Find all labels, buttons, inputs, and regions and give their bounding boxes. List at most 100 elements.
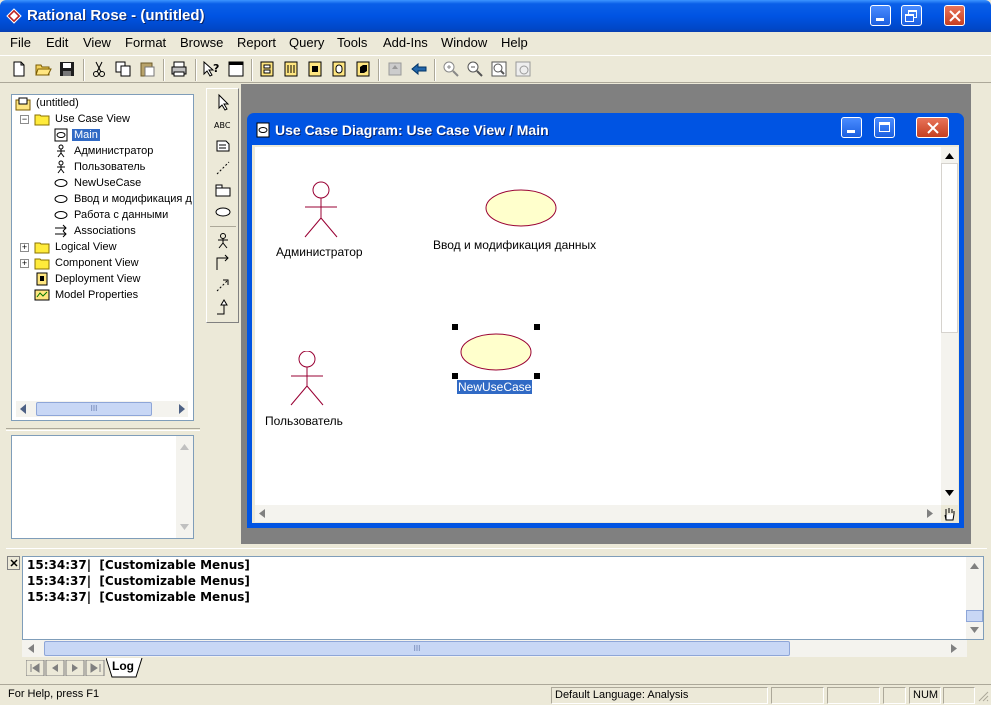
browse-parent-icon[interactable] [386,60,404,78]
log-hscroll-thumb[interactable]: III [44,641,790,656]
tree-use-case-work[interactable]: Работа с данными [74,208,168,223]
tree-component-view[interactable]: Component View [55,256,139,271]
undo-fit-icon[interactable] [514,60,532,78]
note-icon[interactable] [214,137,232,155]
tab-log[interactable]: Log [112,659,134,673]
save-icon[interactable] [58,60,76,78]
fit-in-window-icon[interactable] [490,60,508,78]
expand-logical-view[interactable]: + [20,243,29,252]
context-help-icon[interactable]: ? [202,60,220,78]
browse-deployment-diagram-icon[interactable] [354,60,372,78]
copy-icon[interactable] [114,60,132,78]
menu-edit[interactable]: Edit [46,35,68,50]
doc-vertical-scrollbar[interactable] [176,436,193,538]
anchor-note-icon[interactable] [214,159,232,177]
resize-grip-icon[interactable] [977,690,989,702]
tree-use-case-input[interactable]: Ввод и модификация д [74,192,192,207]
menu-file[interactable]: File [10,35,31,50]
diagram-close-button[interactable] [916,117,949,138]
scroll-right-icon[interactable] [178,404,186,414]
tree-actor-administrator[interactable]: Администратор [74,144,153,159]
browse-previous-icon[interactable] [410,60,428,78]
pan-hand-icon[interactable] [941,505,958,522]
menu-browse[interactable]: Browse [180,35,223,50]
menu-view[interactable]: View [83,35,111,50]
menu-query[interactable]: Query [289,35,324,50]
scroll-up-icon[interactable] [945,153,954,159]
diagram-vertical-scrollbar[interactable] [941,147,958,505]
view-doc-icon[interactable] [227,60,245,78]
package-icon[interactable] [214,181,232,199]
use-case-new-label[interactable]: NewUseCase [457,380,533,394]
menu-report[interactable]: Report [237,35,276,50]
menu-add-ins[interactable]: Add-Ins [383,35,428,50]
close-button[interactable] [944,5,965,26]
browse-interaction-diagram-icon[interactable] [282,60,300,78]
browse-component-diagram-icon[interactable] [306,60,324,78]
cut-icon[interactable] [90,60,108,78]
collapse-use-case-view[interactable]: − [20,115,29,124]
open-icon[interactable] [34,60,52,78]
log-output[interactable]: 15:34:37| [Customizable Menus] 15:34:37|… [22,556,984,640]
browse-class-diagram-icon[interactable] [258,60,276,78]
browse-state-diagram-icon[interactable] [330,60,348,78]
tree-logical-view[interactable]: Logical View [55,240,117,255]
tree-use-case-new[interactable]: NewUseCase [74,176,141,191]
scroll-right-icon[interactable] [951,644,957,653]
panel-splitter[interactable] [6,428,200,431]
actor-tool-icon[interactable] [214,232,232,250]
tree-main[interactable]: Main [72,128,100,143]
log-vertical-scrollbar[interactable] [966,557,983,639]
menu-window[interactable]: Window [441,35,487,50]
use-case-icon[interactable] [214,203,232,221]
expand-component-view[interactable]: + [20,259,29,268]
diagram-minimize-button[interactable] [841,117,862,138]
diagram-vscroll-thumb[interactable] [941,163,958,333]
log-vscroll-thumb[interactable] [966,610,983,622]
documentation-pane[interactable] [11,435,194,539]
paste-icon[interactable] [138,60,156,78]
tree-actor-user[interactable]: Пользователь [74,160,145,175]
zoom-out-icon[interactable] [466,60,484,78]
menu-help[interactable]: Help [501,35,528,50]
tab-nav-arrows-icon[interactable] [26,660,106,676]
unidirectional-association-icon[interactable] [214,254,232,272]
scroll-up-icon[interactable] [970,563,979,569]
use-case-new-icon[interactable] [452,324,540,380]
actor-administrator-icon[interactable] [301,181,341,239]
log-close-button[interactable] [7,556,20,570]
diagram-maximize-button[interactable] [874,117,895,138]
tree-model-properties[interactable]: Model Properties [55,288,138,303]
scroll-down-icon[interactable] [945,490,954,496]
tree-deployment-view[interactable]: Deployment View [55,272,140,287]
text-box-icon[interactable]: ABC [214,115,232,133]
actor-administrator-label: Администратор [276,245,363,259]
zoom-in-icon[interactable] [442,60,460,78]
selection-tool-icon[interactable] [214,93,232,111]
scroll-up-icon[interactable] [180,444,189,450]
tree-associations[interactable]: Associations [74,224,136,239]
scroll-left-icon[interactable] [259,509,265,518]
scroll-left-icon[interactable] [28,644,34,653]
minimize-button[interactable] [870,5,891,26]
print-icon[interactable] [170,60,188,78]
new-icon[interactable] [10,60,28,78]
generalization-icon[interactable] [214,298,232,316]
actor-user-icon[interactable] [288,351,326,407]
diagram-canvas[interactable]: Администратор Пользователь Ввод и модифи… [255,147,941,505]
scroll-down-icon[interactable] [970,627,979,633]
restore-button[interactable] [901,5,922,26]
dependency-icon[interactable] [214,276,232,294]
log-horizontal-scrollbar[interactable]: III [22,640,967,657]
tree-horizontal-scrollbar[interactable]: III [16,401,188,417]
scroll-right-icon[interactable] [927,509,933,518]
diagram-horizontal-scrollbar[interactable] [255,505,941,522]
tree-root[interactable]: (untitled) [36,96,79,111]
tree-use-case-view[interactable]: Use Case View [55,112,130,127]
use-case-input-icon[interactable] [485,189,557,229]
menu-tools[interactable]: Tools [337,35,367,50]
scroll-down-icon[interactable] [180,524,189,530]
tree-scroll-thumb[interactable]: III [36,402,152,416]
scroll-left-icon[interactable] [19,404,27,414]
menu-format[interactable]: Format [125,35,166,50]
